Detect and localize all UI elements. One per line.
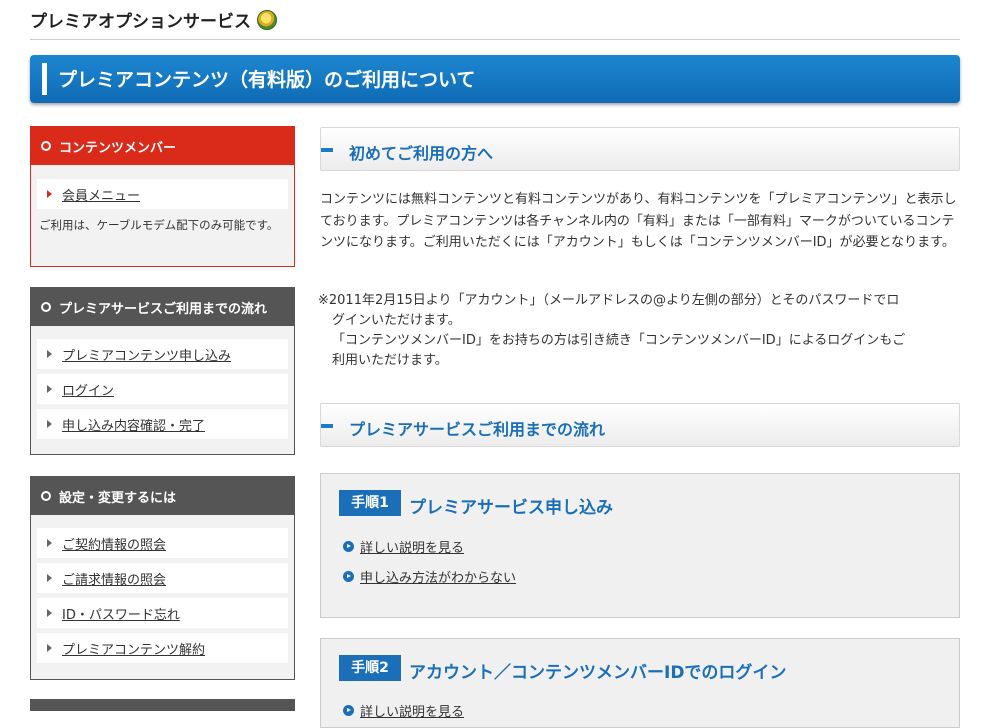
sidebar-settings-box: 設定・変更するには ご契約情報の照会 ご請求情報の照会 ID・パスワード忘れ プ… [30,476,295,680]
award-badge-icon [257,9,277,30]
sidebar-item-contract-info[interactable]: ご契約情報の照会 [37,528,288,558]
sidebar-item-confirm[interactable]: 申し込み内容確認・完了 [37,409,288,439]
triangle-right-icon [47,539,52,547]
step-chip: 手順1 [339,490,401,516]
triangle-right-icon [47,350,52,358]
triangle-right-icon [47,385,52,393]
login-note-line: 利用いただけます。 [332,353,448,368]
sidebar-item-billing-info[interactable]: ご請求情報の照会 [37,563,288,593]
step-title: アカウント／コンテンツメンバーIDでのログイン [409,663,787,683]
circle-bullet-icon [41,302,51,312]
sidebar-flow-title: プレミアサービスご利用までの流れ [59,301,268,317]
triangle-right-icon [47,644,52,652]
header-divider [30,39,960,40]
dash-icon [321,148,333,152]
sidebar-next-box [30,699,295,711]
triangle-right-icon [47,574,52,582]
sidebar-item-label[interactable]: ご契約情報の照会 [62,534,166,553]
sidebar-item-member-menu[interactable]: 会員メニュー [37,179,288,209]
site-title-text: プレミアオプションサービス [30,12,251,32]
circle-bullet-icon [41,141,51,151]
sidebar-item-forgot-password[interactable]: ID・パスワード忘れ [37,598,288,628]
sidebar-item-label[interactable]: 申し込み内容確認・完了 [62,415,205,434]
step-1-help-link[interactable]: 申し込み方法がわからない [343,567,516,586]
triangle-right-icon [47,190,52,198]
triangle-right-icon [47,420,52,428]
sidebar-member-note: ご利用は、ケーブルモデム配下のみ可能です。 [39,218,279,232]
section-title: 初めてご利用の方へ [349,144,494,163]
section-title: プレミアサービスご利用までの流れ [349,420,606,439]
sidebar-member-header: コンテンツメンバー [31,127,294,165]
sidebar-item-cancel[interactable]: プレミアコンテンツ解約 [37,633,288,663]
circle-bullet-icon [41,491,51,501]
sidebar-item-label[interactable]: ログイン [62,380,114,399]
sidebar-item-label[interactable]: ご請求情報の照会 [62,569,166,588]
sidebar-item-label[interactable]: プレミアコンテンツ解約 [62,639,205,658]
sidebar-item-label[interactable]: 会員メニュー [62,185,140,204]
login-note: ※2011年2月15日より「アカウント」（メールアドレスの@より左側の部分）とそ… [318,291,958,371]
sidebar-item-label[interactable]: ID・パスワード忘れ [62,604,180,623]
section-flow-header: プレミアサービスご利用までの流れ [320,403,960,447]
page-title-banner: プレミアコンテンツ（有料版）のご利用について [30,55,960,103]
page-title: プレミアコンテンツ（有料版）のご利用について [58,69,476,91]
sidebar-item-apply[interactable]: プレミアコンテンツ申し込み [37,339,288,369]
sidebar-settings-header: 設定・変更するには [31,477,294,515]
banner-accent-bar [42,63,47,95]
site-title: プレミアオプションサービス [30,7,277,32]
sidebar-member-title: コンテンツメンバー [59,140,177,156]
step-1-box: 手順1 プレミアサービス申し込み 詳しい説明を見る 申し込み方法がわからない [320,473,960,618]
step-2-box: 手順2 アカウント／コンテンツメンバーIDでのログイン 詳しい説明を見る [320,638,960,728]
section-first-time-header: 初めてご利用の方へ [320,127,960,171]
sidebar-item-label[interactable]: プレミアコンテンツ申し込み [62,345,231,364]
dash-icon [321,424,333,428]
arrow-circle-icon [343,571,354,582]
login-note-line: グインいただけます。 [332,313,461,328]
link-label[interactable]: 申し込み方法がわからない [360,567,516,586]
sidebar-flow-header: プレミアサービスご利用までの流れ [31,288,294,326]
login-note-line: 「コンテンツメンバーID」をお持ちの方は引き続き「コンテンツメンバーID」による… [332,333,906,348]
triangle-right-icon [47,609,52,617]
login-note-line: ※2011年2月15日より「アカウント」（メールアドレスの@より左側の部分）とそ… [318,293,900,308]
step-title: プレミアサービス申し込み [409,498,613,518]
step-chip: 手順2 [339,655,401,681]
sidebar-item-login[interactable]: ログイン [37,374,288,404]
intro-paragraph: コンテンツには無料コンテンツと有料コンテンツがあり、有料コンテンツを「プレミアコ… [320,192,957,250]
sidebar-settings-title: 設定・変更するには [59,490,177,506]
sidebar-member-box: コンテンツメンバー 会員メニュー ご利用は、ケーブルモデム配下のみ可能です。 [30,126,295,267]
arrow-circle-icon [343,541,354,552]
step-1-detail-link[interactable]: 詳しい説明を見る [343,537,464,556]
sidebar-flow-box: プレミアサービスご利用までの流れ プレミアコンテンツ申し込み ログイン 申し込み… [30,287,295,455]
link-label[interactable]: 詳しい説明を見る [360,537,464,556]
